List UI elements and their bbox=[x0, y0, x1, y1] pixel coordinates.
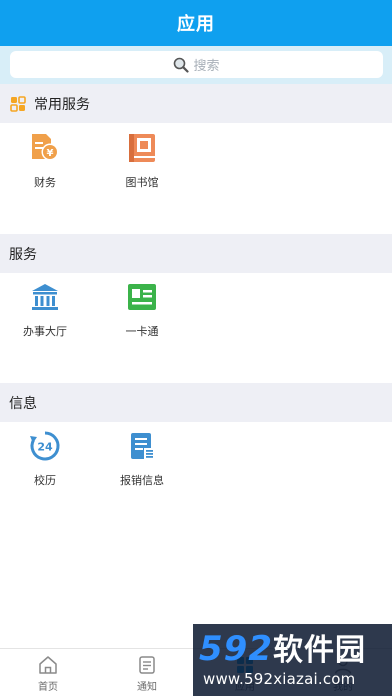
app-item-finance[interactable]: ¥ 财务 bbox=[0, 132, 90, 202]
svg-text:¥: ¥ bbox=[47, 148, 54, 159]
home-icon bbox=[37, 654, 59, 676]
search-placeholder: 搜索 bbox=[193, 59, 220, 74]
app-item-service-hall[interactable]: 办事大厅 bbox=[0, 281, 90, 351]
search-input[interactable]: 搜索 bbox=[10, 51, 383, 78]
search-bar-area: 搜索 bbox=[0, 46, 392, 84]
watermark-logo-text: 软件园 bbox=[272, 633, 366, 668]
app-item-label: 办事大厅 bbox=[23, 325, 67, 338]
app-item-label: 图书馆 bbox=[125, 176, 159, 189]
top-nav-bar: 应用 bbox=[0, 0, 392, 46]
finance-icon: ¥ bbox=[29, 132, 61, 164]
page-title: 应用 bbox=[177, 14, 215, 35]
app-screen: 应用 搜索 常用服务 ¥ 财务 图书馆 服务 办事大厅 一卡通 信息 24 校历… bbox=[0, 0, 392, 696]
search-icon bbox=[173, 57, 190, 73]
watermark-url: www.592xiazai.com bbox=[203, 670, 356, 688]
section-header-common-services: 常用服务 bbox=[0, 84, 392, 123]
reimbursement-icon bbox=[126, 430, 158, 462]
app-item-school-calendar[interactable]: 24 校历 bbox=[0, 430, 90, 500]
tab-home[interactable]: 首页 bbox=[13, 649, 83, 696]
tab-label: 通知 bbox=[137, 681, 157, 693]
section-header-services: 服务 bbox=[0, 234, 392, 273]
svg-text:24: 24 bbox=[37, 441, 53, 454]
app-item-reimbursement[interactable]: 报销信息 bbox=[97, 430, 187, 500]
app-item-label: 财务 bbox=[34, 176, 56, 189]
watermark-logo: 592软件园 bbox=[199, 630, 366, 668]
watermark-logo-number: 592 bbox=[199, 629, 273, 669]
app-item-campus-card[interactable]: 一卡通 bbox=[97, 281, 187, 351]
section-title: 服务 bbox=[9, 246, 37, 263]
library-icon bbox=[126, 132, 158, 164]
app-item-label: 校历 bbox=[34, 474, 56, 487]
service-hall-icon bbox=[29, 281, 61, 313]
grid-apps-icon bbox=[10, 95, 26, 112]
app-item-label: 一卡通 bbox=[125, 325, 159, 338]
calendar-24-icon: 24 bbox=[29, 430, 61, 462]
notification-icon bbox=[136, 654, 158, 676]
campus-card-icon bbox=[126, 281, 158, 313]
site-watermark: 592软件园 www.592xiazai.com bbox=[193, 624, 392, 696]
section-header-info: 信息 bbox=[0, 383, 392, 422]
tab-notifications[interactable]: 通知 bbox=[112, 649, 182, 696]
tab-label: 首页 bbox=[38, 681, 58, 693]
app-item-label: 报销信息 bbox=[120, 474, 164, 487]
section-title: 常用服务 bbox=[34, 96, 90, 113]
app-item-library[interactable]: 图书馆 bbox=[97, 132, 187, 202]
section-title: 信息 bbox=[9, 395, 37, 412]
